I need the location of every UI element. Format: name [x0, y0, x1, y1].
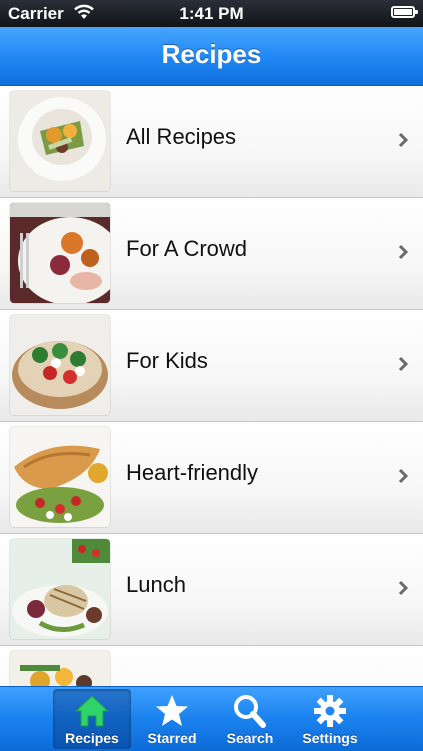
- category-label: Heart-friendly: [126, 460, 259, 485]
- category-label: For Kids: [126, 348, 208, 373]
- category-row-for-a-crowd[interactable]: For A Crowd: [0, 198, 423, 310]
- fish-thumbnail: [10, 427, 110, 527]
- category-row-partial[interactable]: [0, 646, 423, 686]
- tab-label: Search: [226, 730, 274, 746]
- tab-settings[interactable]: Settings: [291, 689, 369, 749]
- clock-label: 1:41 PM: [179, 4, 244, 23]
- category-row-heart-friendly[interactable]: Heart-friendly: [0, 422, 423, 534]
- tab-label: Recipes: [65, 730, 119, 746]
- category-label: All Recipes: [126, 124, 237, 149]
- gear-icon: [310, 693, 350, 729]
- category-label: Lunch: [126, 572, 186, 597]
- status-bar: Carrier 1:41 PM: [0, 0, 423, 27]
- category-list[interactable]: All Recipes For A Crowd For Kids Heart-f…: [0, 86, 423, 686]
- pizza-thumbnail: [10, 315, 110, 415]
- magnifier-icon: [230, 693, 270, 729]
- chevron-right-icon: [398, 244, 409, 265]
- category-label: For A Crowd: [126, 236, 248, 261]
- tab-label: Settings: [302, 730, 358, 746]
- chevron-right-icon: [398, 580, 409, 601]
- dish-thumbnail: [10, 651, 110, 686]
- tab-recipes[interactable]: Recipes: [53, 689, 131, 749]
- chevron-right-icon: [398, 132, 409, 153]
- tab-bar: Recipes Starred Search Settings: [0, 686, 423, 751]
- category-row-all-recipes[interactable]: All Recipes: [0, 86, 423, 198]
- grilled-chicken-thumbnail: [10, 539, 110, 639]
- house-icon: [72, 693, 112, 729]
- salad-thumbnail: [10, 91, 110, 191]
- roast-thumbnail: [10, 203, 110, 303]
- tab-starred[interactable]: Starred: [133, 689, 211, 749]
- chevron-right-icon: [398, 356, 409, 377]
- tab-label: Starred: [147, 730, 197, 746]
- page-title: Recipes: [161, 39, 262, 69]
- navigation-bar: Recipes: [0, 27, 423, 86]
- tab-search[interactable]: Search: [211, 689, 289, 749]
- chevron-right-icon: [398, 468, 409, 489]
- category-row-for-kids[interactable]: For Kids: [0, 310, 423, 422]
- battery-icon: [391, 6, 418, 18]
- star-icon: [152, 693, 192, 729]
- category-row-lunch[interactable]: Lunch: [0, 534, 423, 646]
